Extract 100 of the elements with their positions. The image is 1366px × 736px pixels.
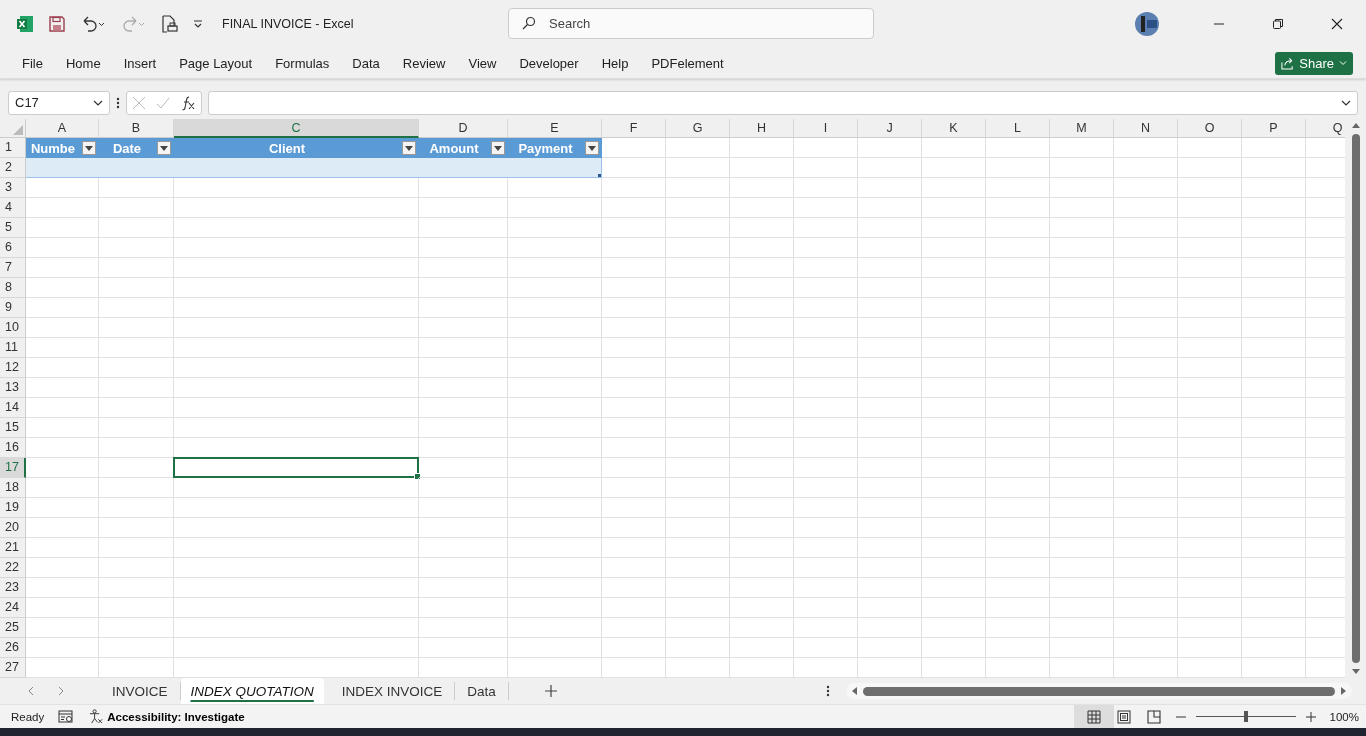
row-header[interactable]: 22: [0, 558, 26, 578]
cancel-icon[interactable]: [132, 95, 146, 110]
add-sheet-icon[interactable]: [544, 685, 557, 697]
menu-tab[interactable]: File: [8, 55, 53, 71]
menu-tab[interactable]: Formulas: [262, 55, 340, 71]
row-header[interactable]: 15: [0, 418, 26, 438]
menu-tab[interactable]: PDFelement: [638, 55, 734, 71]
row-header[interactable]: 2: [0, 158, 26, 178]
column-header[interactable]: M: [1050, 119, 1114, 138]
print-preview-icon[interactable]: [160, 15, 178, 33]
row-header[interactable]: 24: [0, 598, 26, 618]
filter-button[interactable]: [585, 141, 599, 155]
filter-button[interactable]: [402, 141, 416, 155]
zoom-level[interactable]: 100%: [1329, 710, 1359, 723]
scroll-up-icon[interactable]: [1351, 123, 1360, 128]
row-header[interactable]: 3: [0, 178, 26, 198]
name-box[interactable]: C17: [8, 90, 110, 115]
scroll-down-icon[interactable]: [1351, 669, 1360, 674]
insert-function-icon[interactable]: [180, 94, 196, 111]
row-header[interactable]: 17: [0, 458, 26, 478]
formula-input[interactable]: [208, 90, 1358, 115]
save-icon[interactable]: [48, 15, 66, 33]
column-header[interactable]: Q: [1306, 119, 1345, 138]
column-header[interactable]: K: [922, 119, 986, 138]
customize-toolbar-icon[interactable]: [192, 18, 204, 30]
zoom-in-icon[interactable]: [1305, 711, 1316, 722]
row-header[interactable]: 16: [0, 438, 26, 458]
more-icon[interactable]: [826, 685, 830, 697]
row-header[interactable]: 26: [0, 638, 26, 658]
column-header[interactable]: B: [99, 119, 174, 138]
avatar[interactable]: [1135, 12, 1159, 36]
column-header[interactable]: I: [794, 119, 858, 138]
column-header[interactable]: J: [858, 119, 922, 138]
row-header[interactable]: 21: [0, 538, 26, 558]
filter-button[interactable]: [491, 141, 505, 155]
redo-icon[interactable]: [120, 15, 146, 33]
table-cell[interactable]: [508, 158, 602, 178]
filter-button[interactable]: [82, 141, 96, 155]
enter-icon[interactable]: [156, 95, 170, 110]
row-header[interactable]: 25: [0, 618, 26, 638]
search-field[interactable]: Search: [508, 8, 874, 39]
restore-icon[interactable]: [1272, 18, 1284, 30]
previous-sheet-icon[interactable]: [28, 686, 34, 696]
menu-tab[interactable]: Data: [339, 55, 390, 71]
row-header[interactable]: 19: [0, 498, 26, 518]
row-header[interactable]: 5: [0, 218, 26, 238]
sheet-tab[interactable]: INDEX QUOTATION: [180, 678, 324, 704]
column-header[interactable]: F: [602, 119, 666, 138]
column-header[interactable]: N: [1114, 119, 1178, 138]
row-header[interactable]: 9: [0, 298, 26, 318]
column-header[interactable]: H: [730, 119, 794, 138]
select-all-icon[interactable]: [13, 125, 23, 135]
more-icon[interactable]: [116, 96, 120, 109]
sheet-tab[interactable]: INDEX INVOICE: [329, 682, 456, 700]
accessibility-button[interactable]: Accessibility: Investigate: [88, 709, 245, 724]
horizontal-scrollbar[interactable]: [846, 683, 1352, 699]
column-header[interactable]: D: [419, 119, 508, 138]
row-header[interactable]: 27: [0, 658, 26, 678]
menu-tab[interactable]: Page Layout: [166, 55, 263, 71]
column-header[interactable]: L: [986, 119, 1050, 138]
active-cell[interactable]: [173, 457, 419, 478]
macro-recording-icon[interactable]: [58, 709, 75, 724]
filter-button[interactable]: [157, 141, 171, 155]
row-header[interactable]: 18: [0, 478, 26, 498]
row-header[interactable]: 13: [0, 378, 26, 398]
column-header[interactable]: P: [1242, 119, 1306, 138]
scroll-thumb[interactable]: [863, 686, 1335, 696]
menu-tab[interactable]: Review: [389, 55, 456, 71]
column-header[interactable]: E: [508, 119, 602, 138]
column-header[interactable]: O: [1178, 119, 1242, 138]
row-header[interactable]: 11: [0, 338, 26, 358]
chevron-down-icon[interactable]: [1341, 99, 1351, 106]
row-header[interactable]: 1: [0, 138, 26, 158]
row-header[interactable]: 6: [0, 238, 26, 258]
row-header[interactable]: 14: [0, 398, 26, 418]
row-header[interactable]: 8: [0, 278, 26, 298]
table-cell[interactable]: [26, 158, 99, 178]
next-sheet-icon[interactable]: [58, 686, 64, 696]
row-header[interactable]: 12: [0, 358, 26, 378]
column-header[interactable]: G: [666, 119, 730, 138]
close-icon[interactable]: [1331, 18, 1343, 30]
scroll-thumb[interactable]: [1351, 134, 1360, 663]
column-header[interactable]: C: [174, 119, 419, 138]
scroll-left-icon[interactable]: [852, 687, 857, 695]
menu-tab[interactable]: View: [455, 55, 507, 71]
row-header[interactable]: 10: [0, 318, 26, 338]
normal-view-icon[interactable]: [1073, 704, 1114, 729]
sheet-tab[interactable]: Data: [455, 682, 509, 700]
share-button[interactable]: Share: [1275, 51, 1353, 75]
row-header[interactable]: 20: [0, 518, 26, 538]
row-header[interactable]: 7: [0, 258, 26, 278]
menu-tab[interactable]: Home: [52, 55, 111, 71]
resize-handle[interactable]: [598, 174, 601, 177]
scroll-right-icon[interactable]: [1341, 687, 1346, 695]
column-header[interactable]: A: [26, 119, 99, 138]
row-header[interactable]: 4: [0, 198, 26, 218]
menu-tab[interactable]: Insert: [110, 55, 167, 71]
menu-tab[interactable]: Help: [588, 55, 639, 71]
sheet-tab[interactable]: INVOICE: [100, 682, 181, 700]
row-header[interactable]: 23: [0, 578, 26, 598]
